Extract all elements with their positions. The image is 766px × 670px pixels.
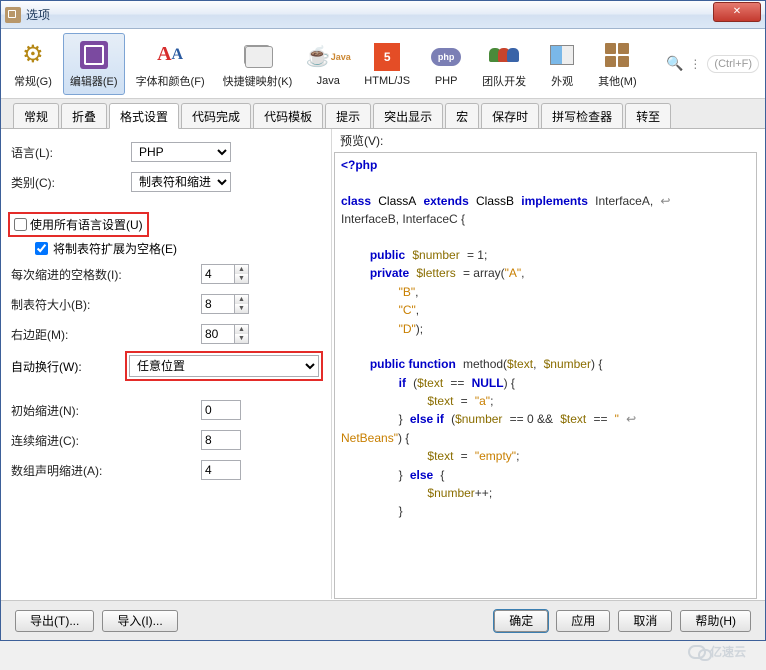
filter-icon[interactable]: ⋮ (689, 57, 701, 71)
spinner-arrows[interactable]: ▲▼ (235, 294, 249, 314)
wrap-label: 自动换行(W): (11, 358, 127, 375)
spinner-arrows[interactable]: ▲▼ (235, 264, 249, 284)
language-select[interactable]: PHP (131, 142, 231, 162)
team-icon (488, 39, 520, 71)
toolbar-appearance[interactable]: 外观 (537, 33, 587, 95)
continuation-indent-label: 连续缩进(C): (11, 432, 201, 449)
search-area: 🔍 ⋮ (Ctrl+F) (666, 55, 759, 73)
expand-tabs-checkbox[interactable] (35, 242, 48, 255)
toolbar-general[interactable]: ⚙常规(G) (7, 33, 59, 95)
java-icon: ☕Java (312, 41, 344, 73)
export-button[interactable]: 导出(T)... (15, 610, 94, 632)
tab-size-input[interactable] (201, 294, 235, 314)
window-title: 选项 (26, 6, 713, 23)
php-icon: php (430, 41, 462, 73)
array-indent-label: 数组声明缩进(A): (11, 462, 201, 479)
indent-spaces-label: 每次缩进的空格数(I): (11, 266, 201, 283)
toolbar-other[interactable]: 其他(M) (591, 33, 644, 95)
tab-goto[interactable]: 转至 (625, 103, 671, 128)
tab-macros[interactable]: 宏 (445, 103, 479, 128)
right-margin-input[interactable] (201, 324, 235, 344)
tab-code-templates[interactable]: 代码模板 (253, 103, 323, 128)
indent-spaces-input[interactable] (201, 264, 235, 284)
spinner-arrows[interactable]: ▲▼ (235, 324, 249, 344)
category-toolbar: ⚙常规(G) 编辑器(E) AA字体和颜色(F) 快捷键映射(K) ☕JavaJ… (1, 29, 765, 99)
use-all-languages-label: 使用所有语言设置(U) (30, 216, 143, 233)
toolbar-editor[interactable]: 编辑器(E) (63, 33, 125, 95)
continuation-indent-input[interactable] (201, 430, 241, 450)
wrap-select[interactable]: 任意位置 (129, 355, 319, 377)
initial-indent-label: 初始缩进(N): (11, 402, 201, 419)
search-icon[interactable]: 🔍 (666, 55, 683, 72)
appearance-icon (546, 39, 578, 71)
tab-hints[interactable]: 提示 (325, 103, 371, 128)
search-hint[interactable]: (Ctrl+F) (707, 55, 759, 73)
toolbar-keymap[interactable]: 快捷键映射(K) (216, 33, 300, 95)
html5-icon: 5 (371, 41, 403, 73)
category-select[interactable]: 制表符和缩进 (131, 172, 231, 192)
settings-panel: 语言(L): PHP 类别(C): 制表符和缩进 使用所有语言设置(U) 将制表… (1, 129, 331, 599)
options-dialog: 选项 ✕ ⚙常规(G) 编辑器(E) AA字体和颜色(F) 快捷键映射(K) ☕… (0, 0, 766, 641)
language-label: 语言(L): (11, 144, 131, 161)
preview-label: 预览(V): (332, 129, 765, 152)
tab-on-save[interactable]: 保存时 (481, 103, 539, 128)
app-icon (5, 7, 21, 23)
right-margin-label: 右边距(M): (11, 326, 201, 343)
titlebar[interactable]: 选项 ✕ (1, 1, 765, 29)
keyboard-icon (241, 39, 273, 71)
watermark: 亿速云 (688, 643, 746, 660)
tab-general[interactable]: 常规 (13, 103, 59, 128)
tab-highlighting[interactable]: 突出显示 (373, 103, 443, 128)
tab-formatting[interactable]: 格式设置 (109, 103, 179, 129)
editor-icon (78, 39, 110, 71)
apply-button[interactable]: 应用 (556, 610, 610, 632)
expand-tabs-label: 将制表符扩展为空格(E) (53, 240, 177, 257)
tab-size-label: 制表符大小(B): (11, 296, 201, 313)
tab-spellchecker[interactable]: 拼写检查器 (541, 103, 623, 128)
toolbar-htmljs[interactable]: 5HTML/JS (357, 33, 417, 95)
help-button[interactable]: 帮助(H) (680, 610, 751, 632)
category-label: 类别(C): (11, 174, 131, 191)
preview-panel: 预览(V): <?php class ClassA extends ClassB… (331, 129, 765, 599)
content-area: 语言(L): PHP 类别(C): 制表符和缩进 使用所有语言设置(U) 将制表… (1, 129, 765, 599)
import-button[interactable]: 导入(I)... (102, 610, 177, 632)
initial-indent-input[interactable] (201, 400, 241, 420)
toolbar-php[interactable]: phpPHP (421, 33, 471, 95)
ok-button[interactable]: 确定 (494, 610, 548, 632)
font-icon: AA (154, 39, 186, 71)
array-indent-input[interactable] (201, 460, 241, 480)
gear-icon: ⚙ (17, 39, 49, 71)
tab-folding[interactable]: 折叠 (61, 103, 107, 128)
cancel-button[interactable]: 取消 (618, 610, 672, 632)
toolbar-fonts-colors[interactable]: AA字体和颜色(F) (129, 33, 212, 95)
tab-bar: 常规 折叠 格式设置 代码完成 代码模板 提示 突出显示 宏 保存时 拼写检查器… (1, 99, 765, 129)
tab-code-completion[interactable]: 代码完成 (181, 103, 251, 128)
code-preview: <?php class ClassA extends ClassB implem… (334, 152, 757, 599)
use-all-languages-checkbox[interactable] (14, 218, 27, 231)
toolbar-team[interactable]: 团队开发 (475, 33, 533, 95)
other-icon (601, 39, 633, 71)
toolbar-java[interactable]: ☕JavaJava (303, 33, 353, 95)
close-button[interactable]: ✕ (713, 2, 761, 22)
dialog-footer: 导出(T)... 导入(I)... 确定 应用 取消 帮助(H) (1, 600, 765, 640)
